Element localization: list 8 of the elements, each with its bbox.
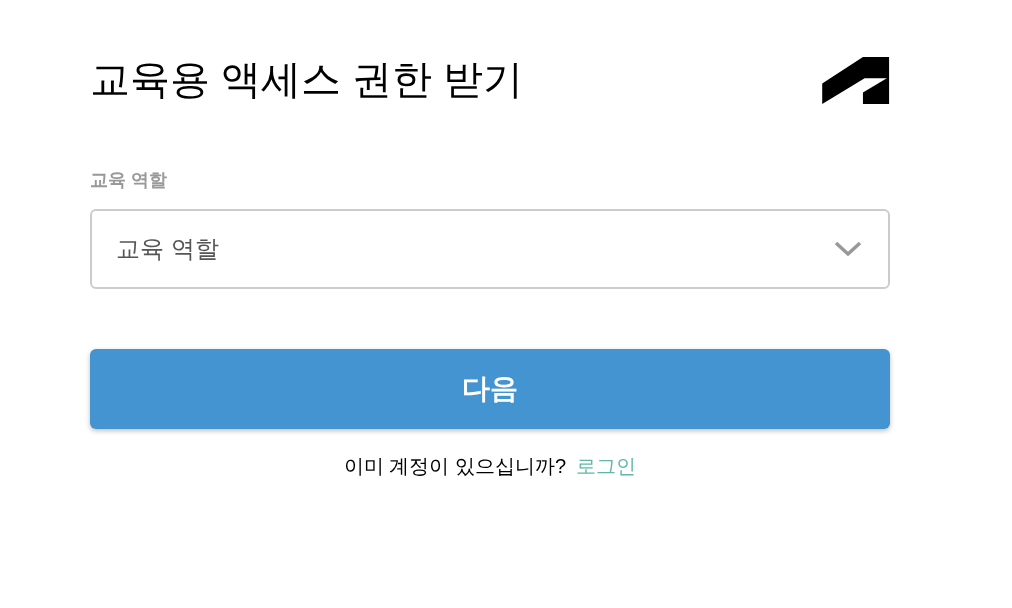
logo-icon [822, 57, 890, 104]
chevron-down-icon [834, 241, 862, 257]
signin-prompt-text: 이미 계정이 있으십니까? [343, 454, 567, 479]
sign-in-link[interactable]: 로그인 [576, 451, 637, 481]
role-dropdown[interactable]: 교육 역할 [90, 209, 890, 289]
field-label: 교육 역할 [90, 169, 167, 192]
next-button[interactable]: 다음 [90, 349, 890, 429]
page-title: 교육용 액세스 권한 받기 [90, 56, 524, 103]
